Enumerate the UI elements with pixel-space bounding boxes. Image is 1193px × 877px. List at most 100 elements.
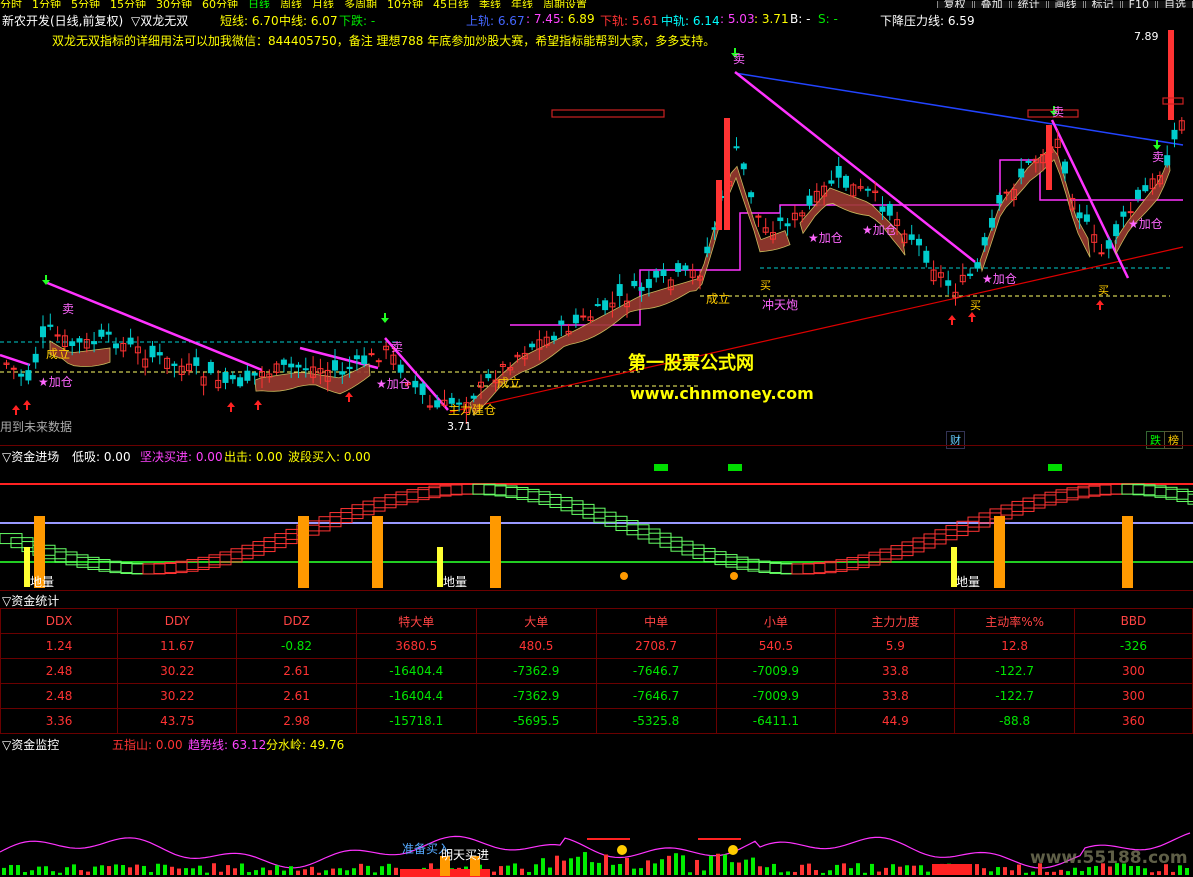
table-header-cell[interactable]: DDY xyxy=(117,608,238,634)
tomorrow-buy-label: 明天买进 xyxy=(441,848,490,862)
volume-bar xyxy=(23,872,27,875)
candle-body xyxy=(748,192,755,198)
candle-body xyxy=(923,250,930,263)
table-cell: -16404.4 xyxy=(355,683,477,709)
candle-body xyxy=(1142,185,1149,192)
down-arrow-icon xyxy=(381,313,389,323)
table-cell: 300 xyxy=(1073,658,1193,684)
volume-bar xyxy=(856,863,860,875)
table-header-cell[interactable]: 主动率%% xyxy=(954,608,1075,634)
candle-body xyxy=(828,180,835,184)
volume-bar xyxy=(72,864,76,875)
sell-marker: 卖 xyxy=(1052,105,1065,119)
fund-monitor-chart[interactable] xyxy=(0,752,1193,877)
table-header-cell[interactable]: 大单 xyxy=(475,608,597,634)
table-row[interactable]: 2.48 30.22 2.61 -16404.4 -7362.9 -7646.7 -7009… xyxy=(0,683,1193,709)
table-cell: -7009.9 xyxy=(715,658,837,684)
table-cell: -7646.7 xyxy=(595,658,717,684)
table-cell: 12.8 xyxy=(954,633,1075,659)
volume-bar xyxy=(681,855,685,875)
highlight-block xyxy=(932,864,972,875)
table-header-cell[interactable]: 中单 xyxy=(595,608,717,634)
fund-entry-chart[interactable] xyxy=(0,462,1193,590)
candle-body xyxy=(886,203,893,216)
candle-body xyxy=(25,370,32,381)
volume-bar xyxy=(506,865,510,875)
volume-bar xyxy=(625,857,629,875)
volume-bar xyxy=(597,862,601,875)
table-header-cell[interactable]: DDX xyxy=(0,608,119,634)
candle-body xyxy=(724,118,730,230)
volume-bar xyxy=(1087,867,1091,875)
volume-bar xyxy=(2,867,6,875)
candle-body xyxy=(485,373,492,379)
rank-flag[interactable]: 榜 xyxy=(1164,431,1183,449)
table-row[interactable]: 2.48 30.22 2.61 -16404.4 -7362.9 -7646.7 -7009… xyxy=(0,658,1193,684)
candle-body xyxy=(580,315,587,318)
candle-body xyxy=(361,355,368,365)
dragon-band xyxy=(1114,157,1171,255)
panel3-title[interactable]: ▽资金统计 xyxy=(2,592,59,609)
volume-bar xyxy=(611,864,615,875)
volume-bar xyxy=(58,872,62,875)
candle-body xyxy=(1120,211,1127,217)
volume-bar xyxy=(604,854,608,875)
five-finger-value: 五指山: 0.00 xyxy=(112,738,183,752)
table-cell: -7009.9 xyxy=(715,683,837,709)
table-header-cell[interactable]: 主力力度 xyxy=(835,608,956,634)
volume-bar xyxy=(198,865,202,875)
fund-stats-table: DDX DDY DDZ 特大单 大单 中单 小单 主力力度 主动率%% BBD 1.24 11.67-… xyxy=(0,608,1193,734)
candle-body xyxy=(18,373,25,377)
volume-bar xyxy=(261,867,265,875)
finance-flag[interactable]: 财 xyxy=(946,431,965,449)
table-cell: 44.9 xyxy=(835,708,956,734)
candle-body xyxy=(105,331,112,335)
panel4-title[interactable]: ▽资金监控 xyxy=(2,736,59,753)
volume-bar xyxy=(814,870,818,875)
volume-bar xyxy=(849,868,853,875)
volume-bar xyxy=(1143,868,1147,875)
table-header-cell[interactable]: 小单 xyxy=(715,608,837,634)
candle-body xyxy=(716,180,722,230)
volume-bar xyxy=(674,853,678,875)
step-box xyxy=(1187,493,1193,505)
volume-bar xyxy=(1017,864,1021,875)
buy-signal-bar xyxy=(298,516,309,588)
buy-signal-bar xyxy=(490,516,501,588)
candle-body xyxy=(1062,161,1068,174)
volume-bar xyxy=(44,866,48,875)
volume-bar xyxy=(884,867,888,875)
candle-body xyxy=(558,320,565,325)
table-cell: 2.48 xyxy=(0,658,119,684)
table-row[interactable]: 1.24 11.67 -0.82 3680.5 480.5 2708.7 540.5 5.9 1… xyxy=(0,633,1193,659)
table-header-cell[interactable]: 特大单 xyxy=(355,608,477,634)
candlestick-chart[interactable] xyxy=(0,0,1193,445)
volume-bar xyxy=(317,872,321,875)
candle-body xyxy=(945,280,952,286)
candle-body xyxy=(1083,214,1090,222)
future-data-note: 用到未来数据 xyxy=(0,420,73,434)
candle-body xyxy=(835,165,842,178)
up-arrow-icon xyxy=(254,400,262,410)
table-header-cell[interactable]: DDZ xyxy=(236,608,357,634)
table-cell: -7362.9 xyxy=(475,683,597,709)
sell-marker: 卖 xyxy=(733,52,746,66)
fall-flag[interactable]: 跌 xyxy=(1146,431,1165,449)
candle-body xyxy=(434,400,441,408)
candle-body xyxy=(777,217,784,222)
volume-bar xyxy=(842,863,846,875)
candle-body xyxy=(280,359,287,365)
volume-bar xyxy=(562,860,566,875)
table-cell: 30.22 xyxy=(117,658,238,684)
candle-body xyxy=(295,364,302,368)
candle-body xyxy=(1003,191,1010,194)
candle-body xyxy=(419,383,426,395)
runner-icon xyxy=(730,572,738,580)
support-trend-line xyxy=(449,246,1184,413)
candle-body xyxy=(98,329,105,337)
table-row[interactable]: 3.36 43.75 2.98 -15718.1 -5695.5 -5325.8 -6411… xyxy=(0,708,1193,734)
candle-body xyxy=(1076,212,1083,219)
table-header-cell[interactable]: BBD xyxy=(1073,608,1193,634)
candle-body xyxy=(1098,252,1105,255)
volume-bar xyxy=(163,864,167,875)
